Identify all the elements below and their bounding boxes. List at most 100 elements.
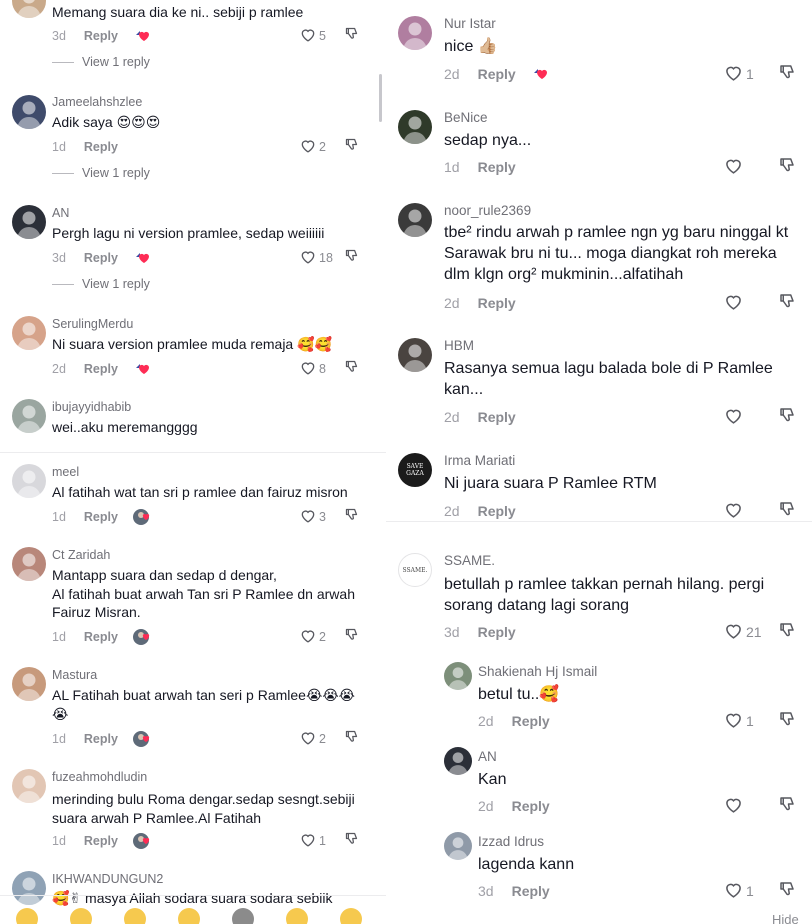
like-button[interactable]: 1	[724, 711, 778, 731]
user-avatar[interactable]	[398, 203, 432, 237]
user-avatar[interactable]: SAVE GAZA	[398, 453, 432, 487]
like-button[interactable]: 8	[300, 360, 344, 378]
like-button[interactable]: 2	[300, 628, 344, 646]
dislike-icon[interactable]	[778, 795, 796, 818]
dislike-icon[interactable]	[778, 292, 796, 315]
reply-button[interactable]: Reply	[84, 29, 118, 43]
reply-button[interactable]: Reply	[478, 409, 516, 425]
dislike-icon[interactable]	[778, 63, 796, 86]
user-avatar[interactable]	[12, 871, 46, 905]
like-button[interactable]	[724, 293, 778, 313]
emoji-reaction-icon[interactable]	[232, 908, 254, 924]
comment-username[interactable]: BeNice	[444, 110, 488, 125]
like-button[interactable]: 2	[300, 138, 344, 156]
comment-username[interactable]: Jameelahshzlee	[52, 95, 142, 109]
emoji-reaction-icon[interactable]	[70, 908, 92, 924]
user-avatar[interactable]	[12, 0, 46, 18]
reply-button[interactable]: Reply	[84, 140, 118, 154]
like-button[interactable]: 18	[300, 249, 344, 267]
user-avatar[interactable]	[12, 316, 46, 350]
dislike-icon[interactable]	[344, 248, 359, 268]
like-button[interactable]: 3	[300, 508, 344, 526]
comment-username[interactable]: Izzad Idrus	[478, 834, 544, 849]
dislike-icon[interactable]	[344, 729, 359, 749]
user-avatar[interactable]	[398, 16, 432, 50]
dislike-icon[interactable]	[344, 26, 359, 46]
like-button[interactable]: 5	[300, 27, 344, 45]
reply-button[interactable]: Reply	[84, 630, 118, 644]
comment-username[interactable]: HBM	[444, 338, 474, 353]
like-button[interactable]: 1	[724, 881, 778, 901]
reply-button[interactable]: Reply	[84, 510, 118, 524]
dislike-icon[interactable]	[778, 406, 796, 429]
scrollbar[interactable]	[379, 74, 382, 122]
user-avatar[interactable]	[12, 95, 46, 129]
comment-username[interactable]: IKHWANDUNGUN2	[52, 872, 163, 886]
view-replies-link[interactable]: View 1 reply	[52, 166, 150, 180]
reply-button[interactable]: Reply	[478, 295, 516, 311]
user-avatar[interactable]	[12, 464, 46, 498]
view-replies-link[interactable]: View 1 reply	[52, 277, 150, 291]
emoji-reaction-icon[interactable]	[16, 908, 38, 924]
reply-button[interactable]: Reply	[84, 362, 118, 376]
comment-username[interactable]: noor_rule2369	[444, 203, 531, 218]
comment-username[interactable]: AN	[478, 749, 497, 764]
emoji-reaction-icon[interactable]	[340, 908, 362, 924]
view-replies-link[interactable]: View 1 reply	[52, 55, 150, 69]
comment-username[interactable]: Mastura	[52, 668, 97, 682]
emoji-reaction-icon[interactable]	[178, 908, 200, 924]
comment-username[interactable]: fuzeahmohdludin	[52, 770, 147, 784]
user-avatar[interactable]	[398, 338, 432, 372]
dislike-icon[interactable]	[344, 359, 359, 379]
reply-button[interactable]: Reply	[512, 883, 550, 899]
dislike-icon[interactable]	[778, 156, 796, 179]
reply-button[interactable]: Reply	[84, 732, 118, 746]
like-button[interactable]: 1	[724, 64, 778, 84]
emoji-reaction-icon[interactable]	[124, 908, 146, 924]
comment-username[interactable]: AN	[52, 206, 69, 220]
dislike-icon[interactable]	[344, 627, 359, 647]
like-button[interactable]: 1	[300, 832, 344, 850]
reply-button[interactable]: Reply	[478, 624, 516, 640]
like-button[interactable]	[724, 157, 778, 177]
dislike-icon[interactable]	[778, 710, 796, 733]
dislike-icon[interactable]	[344, 831, 359, 851]
user-avatar[interactable]	[444, 747, 472, 775]
user-avatar[interactable]	[12, 205, 46, 239]
user-avatar[interactable]	[12, 547, 46, 581]
reply-button[interactable]: Reply	[84, 834, 118, 848]
user-avatar[interactable]	[398, 110, 432, 144]
dislike-icon[interactable]	[344, 507, 359, 527]
like-button[interactable]: 21	[724, 622, 778, 642]
reply-button[interactable]: Reply	[512, 713, 550, 729]
user-avatar[interactable]	[12, 769, 46, 803]
comment-username[interactable]: SSAME.	[444, 553, 495, 568]
comment-username[interactable]: Nur Istar	[444, 16, 496, 31]
user-avatar[interactable]	[12, 399, 46, 433]
comment-username[interactable]: SerulingMerdu	[52, 317, 133, 331]
dislike-icon[interactable]	[778, 500, 796, 523]
reply-button[interactable]: Reply	[512, 798, 550, 814]
dislike-icon[interactable]	[778, 621, 796, 644]
dislike-icon[interactable]	[344, 137, 359, 157]
like-button[interactable]: 2	[300, 730, 344, 748]
like-button[interactable]	[724, 501, 778, 521]
comment-username[interactable]: Ct Zaridah	[52, 548, 110, 562]
user-avatar[interactable]	[444, 662, 472, 690]
comment-username[interactable]: ibujayyidhabib	[52, 400, 131, 414]
dislike-icon[interactable]	[778, 880, 796, 903]
reply-button[interactable]: Reply	[84, 251, 118, 265]
like-button[interactable]	[724, 407, 778, 427]
reply-button[interactable]: Reply	[478, 159, 516, 175]
emoji-reaction-icon[interactable]	[286, 908, 308, 924]
reply-button[interactable]: Reply	[478, 503, 516, 519]
user-avatar[interactable]: SSAME.	[398, 553, 432, 587]
user-avatar[interactable]	[444, 832, 472, 860]
comment-username[interactable]: meel	[52, 465, 79, 479]
reply-button[interactable]: Reply	[478, 66, 516, 82]
like-button[interactable]	[724, 796, 778, 816]
comment-username[interactable]: Shakienah Hj Ismail	[478, 664, 597, 679]
hide-replies-link[interactable]: Hide	[772, 912, 799, 924]
comment-username[interactable]: Irma Mariati	[444, 453, 515, 468]
user-avatar[interactable]	[12, 667, 46, 701]
